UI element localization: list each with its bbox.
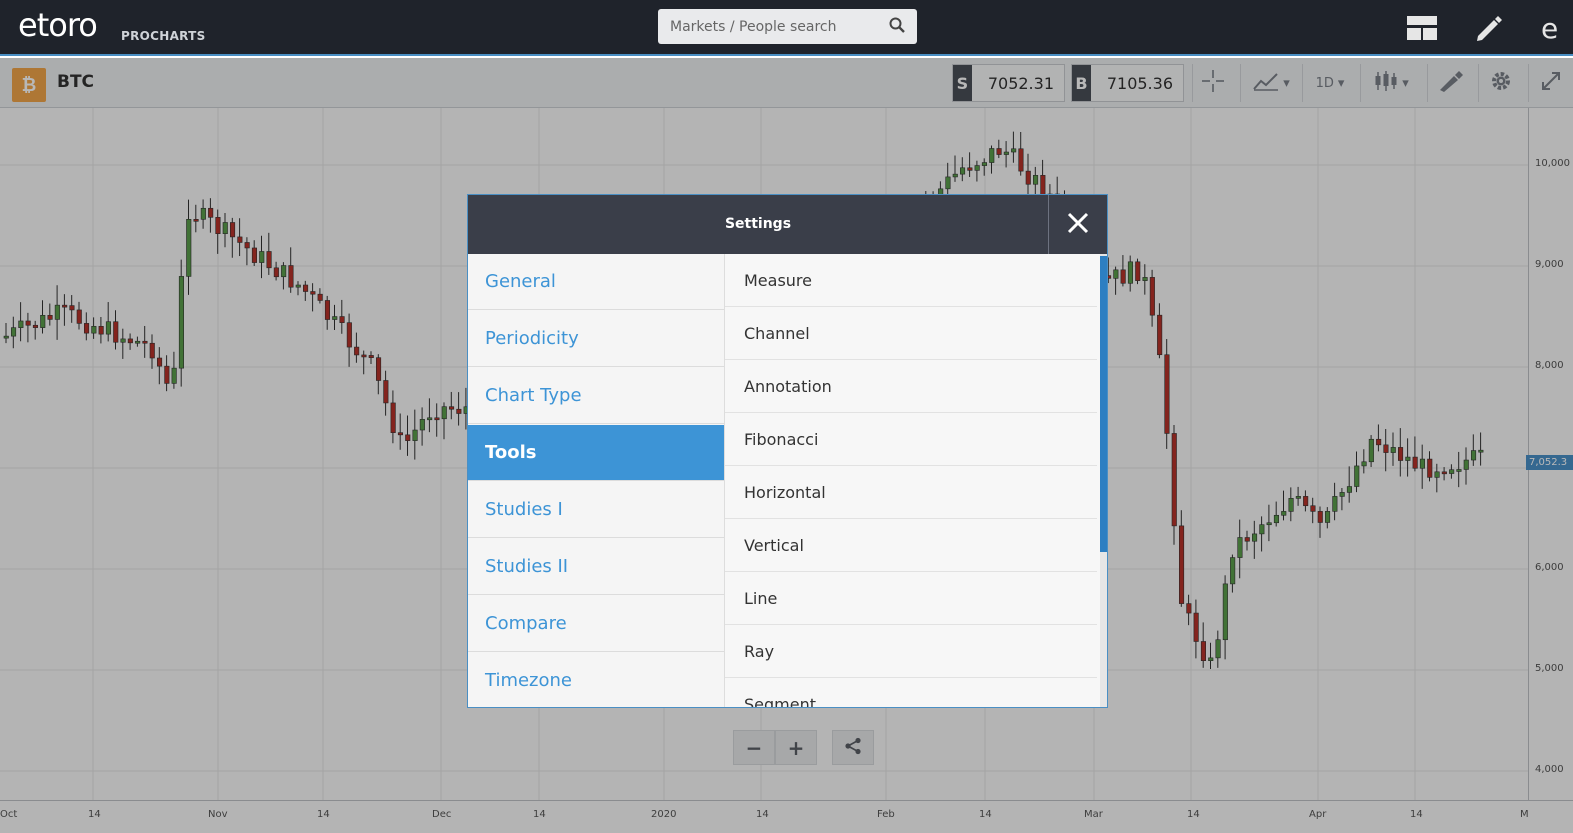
pencil-icon[interactable] bbox=[1470, 10, 1506, 46]
search-box[interactable] bbox=[658, 9, 917, 44]
svg-text:e: e bbox=[1541, 13, 1558, 43]
tab-general[interactable]: General bbox=[468, 254, 724, 310]
procharts-label: PROCHARTS bbox=[121, 29, 206, 43]
tab-timezone[interactable]: Timezone bbox=[468, 653, 724, 707]
etoro-logo[interactable]: etoro bbox=[18, 6, 98, 44]
list-item[interactable]: Ray bbox=[725, 625, 1097, 678]
dialog-title: Settings bbox=[724, 216, 792, 232]
scrollbar-thumb[interactable] bbox=[1100, 256, 1107, 552]
tab-tools[interactable]: Tools bbox=[468, 425, 724, 481]
tab-studies-ii[interactable]: Studies II bbox=[468, 539, 724, 595]
list-item[interactable]: Measure bbox=[725, 254, 1097, 307]
tab-compare[interactable]: Compare bbox=[468, 596, 724, 652]
settings-dialog: Settings General Periodicity Chart Type … bbox=[467, 194, 1108, 708]
list-item[interactable]: Line bbox=[725, 572, 1097, 625]
tab-studies-i[interactable]: Studies I bbox=[468, 482, 724, 538]
list-item[interactable]: Horizontal bbox=[725, 466, 1097, 519]
close-icon bbox=[1067, 212, 1089, 238]
top-bar: etoro PROCHARTS e bbox=[0, 0, 1573, 56]
dialog-header: Settings bbox=[468, 195, 1107, 254]
etoro-e-icon[interactable]: e bbox=[1530, 10, 1573, 46]
search-icon[interactable] bbox=[889, 17, 905, 37]
list-item[interactable]: Fibonacci bbox=[725, 413, 1097, 466]
list-item[interactable]: Segment bbox=[725, 678, 1097, 708]
settings-tabs: General Periodicity Chart Type Tools Stu… bbox=[468, 254, 725, 707]
list-item[interactable]: Channel bbox=[725, 307, 1097, 360]
list-item[interactable]: Annotation bbox=[725, 360, 1097, 413]
tools-list[interactable]: Measure Channel Annotation Fibonacci Hor… bbox=[725, 254, 1107, 707]
tab-periodicity[interactable]: Periodicity bbox=[468, 311, 724, 367]
tab-chart-type[interactable]: Chart Type bbox=[468, 368, 724, 424]
layout-icon[interactable] bbox=[1404, 10, 1440, 46]
close-button[interactable] bbox=[1048, 195, 1107, 254]
list-item[interactable]: Vertical bbox=[725, 519, 1097, 572]
search-input[interactable] bbox=[670, 18, 870, 35]
